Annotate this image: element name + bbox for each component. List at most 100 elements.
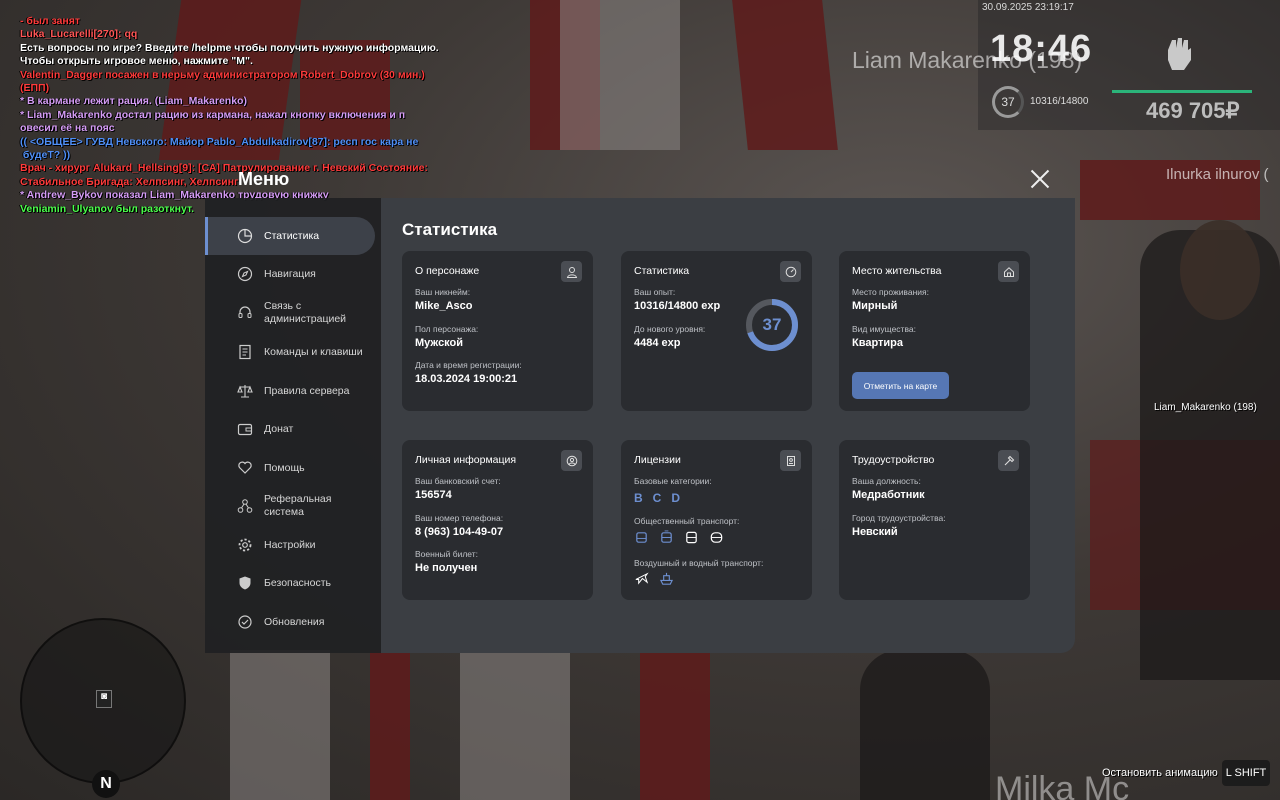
reg-label: Дата и время регистрации:: [415, 360, 522, 370]
sidebar-item-label: Связь с администрацией: [264, 300, 347, 325]
sidebar-item-label: Настройки: [264, 538, 316, 551]
chat-line: Стабильное Бригада: Хелпсинг, Хелпсинг: [20, 175, 239, 188]
exp-label: Ваш опыт:: [634, 287, 676, 297]
id-icon: [561, 450, 582, 471]
next-level-label: До нового уровня:: [634, 324, 706, 334]
sidebar-item-label: Правила сервера: [264, 384, 350, 397]
panel-title: Статистика: [402, 220, 498, 239]
license-category: B: [634, 491, 643, 505]
sidebar-item-commands[interactable]: Команды и клавиши: [205, 333, 375, 371]
compass-icon: [237, 266, 253, 282]
trolleybus-icon: [636, 532, 647, 543]
animation-hint: Остановить анимацию: [1102, 767, 1218, 779]
wallet-icon: [237, 423, 253, 436]
player-blip-icon: ◙: [96, 690, 112, 708]
sidebar-item-navigation[interactable]: Навигация: [205, 255, 375, 293]
license-icon: [780, 450, 801, 471]
network-icon: [237, 499, 253, 513]
sidebar-item-label: Статистика: [264, 229, 320, 242]
chat-line: Есть вопросы по игре? Введите /helpme чт…: [20, 41, 439, 54]
gender-label: Пол персонажа:: [415, 324, 479, 334]
sidebar-item-label: Помощь: [264, 461, 305, 474]
place-value: Мирный: [852, 300, 898, 312]
sidebar-item-settings[interactable]: Настройки: [205, 526, 375, 564]
key-hint: L SHIFT: [1222, 760, 1270, 786]
sidebar-item-referral[interactable]: Реферальная система: [205, 487, 375, 525]
fist-icon: [1164, 36, 1194, 72]
job-city-label: Город трудоустройства:: [852, 513, 946, 523]
plane-icon: [635, 572, 649, 585]
sidebar-item-statistics[interactable]: Статистика: [205, 217, 375, 255]
gear-icon: [238, 538, 252, 552]
bank-label: Ваш банковский счет:: [415, 476, 501, 486]
menu-title: Меню: [238, 169, 290, 189]
phone-label: Ваш номер телефона:: [415, 513, 504, 523]
chat-line: (ЕПП): [20, 82, 50, 95]
card-job: Трудоустройство Ваша должность: Медработ…: [839, 440, 1030, 600]
sidebar-item-rules[interactable]: Правила сервера: [205, 372, 375, 410]
sidebar-item-label: Безопасность: [264, 576, 331, 589]
gender-value: Мужской: [415, 337, 464, 349]
hud-level-ring: 37: [992, 86, 1024, 118]
place-label: Место проживания:: [852, 287, 929, 297]
sidebar-item-donate[interactable]: Донат: [205, 410, 375, 448]
refresh-icon: [238, 615, 252, 629]
sidebar-item-label: Команды и клавиши: [264, 345, 363, 358]
level-value: 37: [762, 315, 782, 334]
nick-value: Mike_Asco: [415, 300, 473, 312]
sidebar-item-security[interactable]: Безопасность: [205, 564, 375, 602]
hammer-icon: [998, 450, 1019, 471]
chat-line: * В кармане лежит рация. (Liam_Makarenko…: [20, 95, 247, 108]
chat-line: * Liam_Makarenko достал рацию из кармана…: [20, 108, 406, 121]
job-city-value: Невский: [852, 526, 898, 538]
base-categories: BCD: [634, 489, 690, 507]
sidebar-item-admin-contact[interactable]: Связь с администрацией: [205, 294, 375, 332]
position-label: Ваша должность:: [852, 476, 921, 486]
property-label: Вид имущества:: [852, 324, 916, 334]
user-icon: [561, 261, 582, 282]
mark-on-map-button[interactable]: Отметить на карте: [852, 372, 949, 399]
military-label: Военный билет:: [415, 549, 479, 559]
hud-health-bar: [1112, 90, 1252, 93]
phone-value: 8 (963) 104-49-07: [415, 526, 504, 538]
metro-icon: [710, 532, 723, 543]
chat-line: овесил её на пояс: [20, 122, 115, 135]
card-title: О персонаже: [415, 265, 480, 277]
sidebar-item-label: Навигация: [264, 267, 316, 280]
air-water-transport-icons: [634, 571, 674, 586]
chat-line: Luka_Lucarelli[270]: qq: [20, 28, 138, 41]
north-indicator: N: [92, 770, 120, 798]
property-value: Квартира: [852, 337, 904, 349]
sidebar-item-label: Реферальная система: [264, 493, 332, 518]
public-transport-icons: [634, 530, 724, 545]
speedometer-icon: [780, 261, 801, 282]
minimap: ◙ N: [20, 618, 186, 798]
reg-value: 18.03.2024 19:00:21: [415, 373, 518, 385]
hud-datetime: 30.09.2025 23:19:17: [982, 2, 1074, 13]
position-value: Медработник: [852, 489, 925, 501]
sidebar-item-label: Обновления: [264, 615, 325, 628]
exp-value: 10316/14800 exp: [634, 300, 721, 312]
world-nametag: Ilnurka ilnurov (: [1166, 166, 1269, 183]
bank-value: 156574: [415, 489, 452, 501]
boat-icon: [659, 572, 674, 585]
card-licenses: Лицензии Базовые категории: BCD Обществе…: [621, 440, 812, 600]
public-transport-label: Общественный транспорт:: [634, 516, 740, 526]
air-water-transport-label: Воздушный и водный транспорт:: [634, 558, 764, 568]
house-icon: [998, 261, 1019, 282]
card-title: Место жительства: [852, 265, 942, 277]
chat-line: будеТ? )): [20, 149, 71, 162]
chat-log: - был занят Luka_Lucarelli[270]: qq Есть в…: [20, 15, 440, 216]
chat-line: (( <ОБЩЕЕ> ГУВД Невского: Майор Pablo_Ab…: [20, 135, 419, 148]
statistics-panel: Статистика О персонаже Ваш никнейм: Mike…: [381, 198, 1075, 653]
world-nametag: Liam Makarenko (198): [852, 47, 1083, 73]
chat-line: Чтобы открыть игровое меню, нажмите "M".: [20, 55, 253, 68]
level-ring: 37: [744, 297, 800, 353]
next-level-value: 4484 exp: [634, 337, 681, 349]
close-button[interactable]: [1028, 167, 1052, 191]
bus-icon: [686, 531, 697, 544]
sidebar-item-help[interactable]: Помощь: [205, 449, 375, 487]
document-icon: [239, 344, 251, 360]
chat-line: Врач - хирург Alukard_Hellsing[9]: [СА] …: [20, 162, 428, 175]
sidebar-item-updates[interactable]: Обновления: [205, 603, 375, 641]
